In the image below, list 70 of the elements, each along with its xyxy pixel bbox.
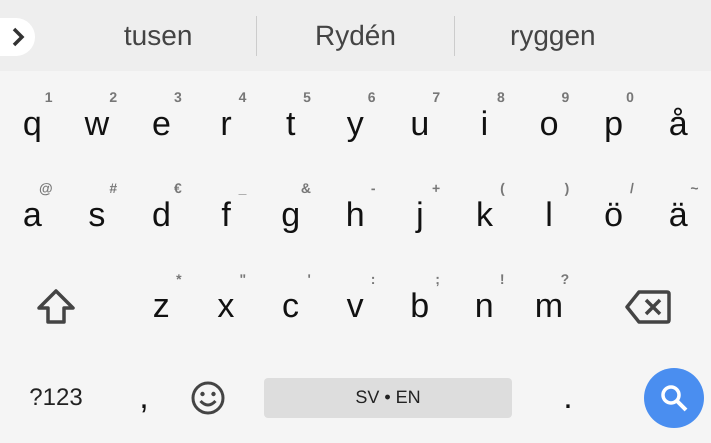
key-hint: @ — [38, 180, 53, 196]
key[interactable]: b ; — [387, 266, 452, 346]
key[interactable]: k ( — [452, 176, 517, 256]
smiley-icon — [190, 380, 226, 416]
key-hint: - — [370, 180, 376, 196]
key-hint: 6 — [368, 88, 376, 104]
key[interactable]: g & — [258, 176, 323, 256]
key[interactable]: n ! — [452, 266, 517, 346]
symbols-key[interactable]: ?123 — [0, 368, 112, 428]
key-hint: ) — [564, 180, 570, 196]
shift-icon — [36, 286, 76, 326]
key-hint: 5 — [303, 88, 311, 104]
key-hint: 9 — [562, 88, 570, 104]
key[interactable]: q 1 — [0, 84, 65, 164]
key-hint: & — [300, 180, 311, 196]
key-hint: 2 — [109, 88, 118, 104]
key[interactable]: å — [646, 84, 711, 164]
search-icon — [659, 382, 689, 412]
key-hint: ' — [307, 270, 311, 286]
key-hint: 8 — [496, 88, 505, 104]
key[interactable]: y 6 — [322, 84, 388, 164]
key-hint: _ — [238, 180, 246, 196]
chevron-right-icon — [10, 27, 24, 47]
key-hint: ? — [560, 270, 570, 286]
key[interactable]: e 3 — [129, 84, 194, 164]
key[interactable]: a @ — [0, 176, 65, 256]
key-hint: € — [174, 180, 182, 196]
key[interactable]: d € — [129, 176, 194, 256]
key-hint: 1 — [44, 88, 53, 104]
key-hint: ~ — [690, 180, 699, 196]
key[interactable]: w 2 — [64, 84, 130, 164]
key[interactable]: ä ~ — [646, 176, 711, 256]
key[interactable]: p 0 — [581, 84, 646, 164]
key-hint: / — [630, 180, 634, 196]
key[interactable]: i 8 — [452, 84, 517, 164]
key-hint: ; — [435, 270, 440, 286]
key-hint: 4 — [238, 88, 246, 104]
backspace-icon — [625, 290, 672, 324]
key[interactable]: o 9 — [516, 84, 582, 164]
key[interactable]: j + — [388, 176, 452, 256]
key[interactable]: c ' — [258, 266, 323, 346]
key[interactable]: s # — [64, 176, 130, 256]
key-hint: : — [370, 270, 376, 286]
key-hint: 3 — [174, 88, 182, 104]
key-hint: # — [109, 180, 118, 196]
key[interactable]: r 4 — [194, 84, 258, 164]
key-hint: ( — [500, 180, 505, 196]
key-hint: 0 — [626, 88, 634, 104]
key[interactable]: u 7 — [388, 84, 452, 164]
key-hint: + — [432, 180, 440, 196]
key[interactable]: z * — [129, 266, 194, 346]
key[interactable]: l ) — [516, 176, 582, 256]
space-bar[interactable]: SV • EN — [264, 378, 512, 418]
key-hint: * — [176, 270, 182, 286]
key-hint: 7 — [432, 88, 440, 104]
key[interactable]: . — [536, 358, 600, 438]
suggestion[interactable]: tusen — [60, 20, 256, 52]
key[interactable]: ö / — [581, 176, 646, 256]
key[interactable]: t 5 — [258, 84, 323, 164]
suggestion[interactable]: Rydén — [257, 20, 454, 52]
key[interactable]: f _ — [194, 176, 258, 256]
key[interactable]: h - — [322, 176, 388, 256]
expand-button[interactable] — [0, 18, 35, 56]
key[interactable]: m ? — [516, 266, 582, 346]
key-hint: " — [240, 270, 246, 286]
key[interactable]: , — [112, 358, 176, 438]
key[interactable]: x " — [194, 266, 258, 346]
suggestion[interactable]: ryggen — [454, 20, 651, 52]
key[interactable]: v : — [322, 266, 388, 346]
key-hint: ! — [500, 270, 505, 286]
